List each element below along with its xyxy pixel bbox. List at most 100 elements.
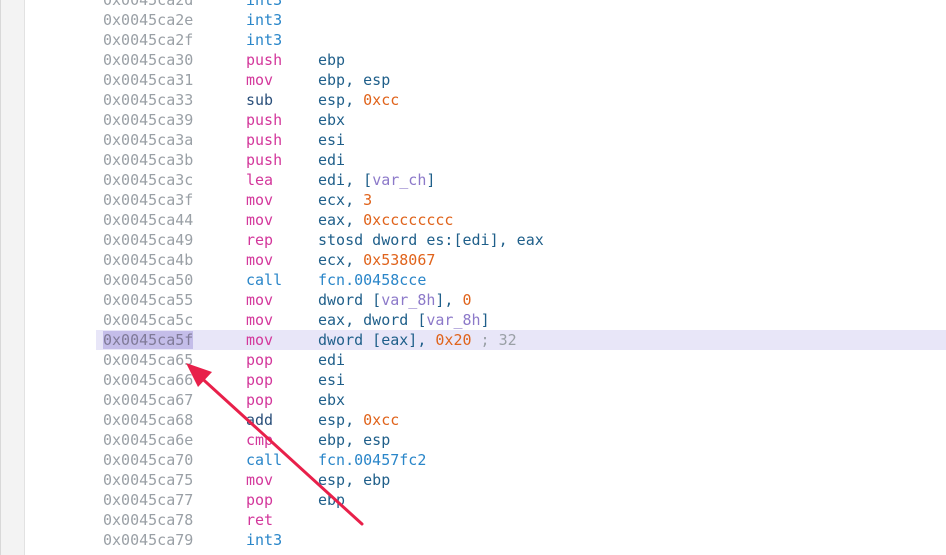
instruction-address[interactable]: 0x0045ca66 — [103, 370, 193, 390]
instruction-mnemonic: int3 — [246, 31, 283, 49]
instruction-row[interactable]: 0x0045ca67 pop ebx — [96, 390, 946, 410]
instruction-row-selected[interactable]: 0x0045ca5f mov dword [eax], 0x20 ; 32 — [96, 330, 946, 350]
instruction-address[interactable]: 0x0045ca2f — [103, 30, 193, 50]
instruction-row[interactable]: 0x0045ca4b mov ecx, 0x538067 — [96, 250, 946, 270]
instruction-operands: dword [eax], 0x20 ; 32 — [318, 330, 517, 350]
operand-token: ecx, — [318, 191, 364, 209]
instruction-row[interactable]: 0x0045ca75 mov esp, ebp — [96, 470, 946, 490]
instruction-row[interactable]: 0x0045ca39 push ebx — [96, 110, 946, 130]
instruction-address[interactable]: 0x0045ca3c — [103, 170, 193, 190]
operand-token: esi — [318, 371, 346, 389]
instruction-mnemonic: mov — [246, 471, 274, 489]
instruction-row[interactable]: 0x0045ca49 rep stosd dword es:[edi], eax — [96, 230, 946, 250]
instruction-row[interactable]: 0x0045ca77 pop ebp — [96, 490, 946, 510]
address-text: 0x0045ca3c — [103, 171, 194, 189]
instruction-mnemonic: ret — [246, 511, 274, 529]
instruction-address[interactable]: 0x0045ca65 — [103, 350, 193, 370]
operand-token: 0xcc — [363, 91, 400, 109]
instruction-row[interactable]: 0x0045ca68 add esp, 0xcc — [96, 410, 946, 430]
instruction-address[interactable]: 0x0045ca44 — [103, 210, 193, 230]
operand-token: esi — [318, 131, 346, 149]
address-text: 0x0045ca66 — [103, 371, 194, 389]
instruction-mnemonic: mov — [246, 251, 274, 269]
instruction-address[interactable]: 0x0045ca39 — [103, 110, 193, 130]
instruction-row[interactable]: 0x0045ca66 pop esi — [96, 370, 946, 390]
instruction-address[interactable]: 0x0045ca2d — [103, 0, 193, 10]
instruction-row[interactable]: 0x0045ca3f mov ecx, 3 — [96, 190, 946, 210]
instruction-operands: ebp — [318, 50, 345, 70]
instruction-mnemonic: push — [246, 51, 283, 69]
instruction-address[interactable]: 0x0045ca79 — [103, 530, 193, 550]
instruction-mnemonic: pop — [246, 391, 274, 409]
instruction-address[interactable]: 0x0045ca49 — [103, 230, 193, 250]
instruction-operands: dword [var_8h], 0 — [318, 290, 472, 310]
instruction-row[interactable]: 0x0045ca3b push edi — [96, 150, 946, 170]
operand-token: var_8h — [426, 311, 481, 329]
instruction-row[interactable]: 0x0045ca2f int3 — [96, 30, 946, 50]
instruction-row[interactable]: 0x0045ca30 push ebp — [96, 50, 946, 70]
instruction-row[interactable]: 0x0045ca2d int3 — [96, 0, 946, 10]
instruction-row[interactable]: 0x0045ca3a push esi — [96, 130, 946, 150]
operand-token: 3 — [363, 191, 373, 209]
instruction-address[interactable]: 0x0045ca75 — [103, 470, 193, 490]
address-text: 0x0045ca5f — [103, 331, 194, 349]
instruction-row[interactable]: 0x0045ca79 int3 — [96, 530, 946, 550]
instruction-row[interactable]: 0x0045ca31 mov ebp, esp — [96, 70, 946, 90]
instruction-row[interactable]: 0x0045ca50 call fcn.00458cce — [96, 270, 946, 290]
instruction-address[interactable]: 0x0045ca3a — [103, 130, 193, 150]
address-text: 0x0045ca70 — [103, 451, 194, 469]
instruction-address[interactable]: 0x0045ca50 — [103, 270, 193, 290]
instruction-mnemonic: int3 — [246, 531, 283, 549]
address-text: 0x0045ca31 — [103, 71, 194, 89]
instruction-address[interactable]: 0x0045ca6e — [103, 430, 193, 450]
instruction-row[interactable]: 0x0045ca70 call fcn.00457fc2 — [96, 450, 946, 470]
instruction-row[interactable]: 0x0045ca33 sub esp, 0xcc — [96, 90, 946, 110]
disassembly-listing[interactable]: 0x0045ca2d int3 0x0045ca2e int3 0x0045ca2f in… — [96, 0, 946, 550]
instruction-row[interactable]: 0x0045ca3c lea edi, [var_ch] — [96, 170, 946, 190]
instruction-operands: fcn.00457fc2 — [318, 450, 426, 470]
instruction-mnemonic: mov — [246, 331, 274, 349]
instruction-address[interactable]: 0x0045ca3b — [103, 150, 193, 170]
instruction-address[interactable]: 0x0045ca2e — [103, 10, 193, 30]
instruction-row[interactable]: 0x0045ca78 ret — [96, 510, 946, 530]
instruction-mnemonic: pop — [246, 491, 274, 509]
operand-token: ebp, esp — [318, 71, 391, 89]
address-text: 0x0045ca44 — [103, 211, 194, 229]
instruction-mnemonic: push — [246, 151, 283, 169]
instruction-address[interactable]: 0x0045ca4b — [103, 250, 193, 270]
instruction-address[interactable]: 0x0045ca67 — [103, 390, 193, 410]
address-text: 0x0045ca5c — [103, 311, 194, 329]
instruction-row[interactable]: 0x0045ca44 mov eax, 0xcccccccc — [96, 210, 946, 230]
instruction-mnemonic: lea — [246, 171, 274, 189]
instruction-address[interactable]: 0x0045ca33 — [103, 90, 193, 110]
instruction-address[interactable]: 0x0045ca77 — [103, 490, 193, 510]
instruction-address[interactable]: 0x0045ca55 — [103, 290, 193, 310]
operand-token: 0xcc — [363, 411, 400, 429]
instruction-row[interactable]: 0x0045ca65 pop edi — [96, 350, 946, 370]
operand-token: ] — [480, 311, 490, 329]
instruction-row[interactable]: 0x0045ca2e int3 — [96, 10, 946, 30]
address-text: 0x0045ca30 — [103, 51, 194, 69]
operand-token: eax, — [318, 211, 364, 229]
operand-token: ebx — [318, 111, 346, 129]
operand-token[interactable]: fcn.00458cce — [318, 271, 426, 289]
instruction-address[interactable]: 0x0045ca68 — [103, 410, 193, 430]
instruction-address[interactable]: 0x0045ca30 — [103, 50, 193, 70]
instruction-address[interactable]: 0x0045ca70 — [103, 450, 193, 470]
operand-token: 0xcccccccc — [363, 211, 454, 229]
instruction-address[interactable]: 0x0045ca5f — [103, 330, 194, 350]
instruction-row[interactable]: 0x0045ca6e cmp ebp, esp — [96, 430, 946, 450]
operand-token[interactable]: fcn.00457fc2 — [318, 451, 426, 469]
instruction-address[interactable]: 0x0045ca5c — [103, 310, 193, 330]
instruction-address[interactable]: 0x0045ca78 — [103, 510, 193, 530]
instruction-row[interactable]: 0x0045ca5c mov eax, dword [var_8h] — [96, 310, 946, 330]
instruction-address[interactable]: 0x0045ca3f — [103, 190, 193, 210]
instruction-operands: esp, 0xcc — [318, 410, 399, 430]
address-text: 0x0045ca67 — [103, 391, 194, 409]
instruction-mnemonic: mov — [246, 71, 274, 89]
address-text: 0x0045ca68 — [103, 411, 194, 429]
instruction-operands: eax, dword [var_8h] — [318, 310, 490, 330]
instruction-address[interactable]: 0x0045ca31 — [103, 70, 193, 90]
instruction-operands: ebp, esp — [318, 430, 390, 450]
instruction-row[interactable]: 0x0045ca55 mov dword [var_8h], 0 — [96, 290, 946, 310]
